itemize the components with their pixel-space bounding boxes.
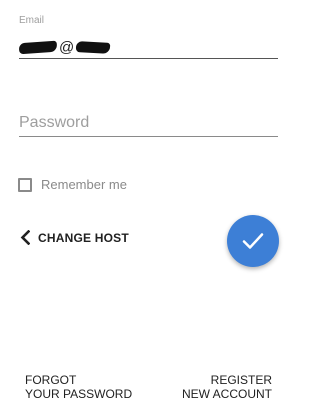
remember-me-checkbox[interactable] — [18, 177, 32, 192]
register-line2: NEW ACCOUNT — [182, 387, 272, 401]
email-underline — [19, 58, 278, 59]
submit-button[interactable] — [227, 215, 279, 267]
register-line1: REGISTER — [210, 373, 272, 387]
register-link[interactable]: REGISTER NEW ACCOUNT — [182, 373, 272, 401]
email-at-sign: @ — [59, 38, 75, 56]
forgot-password-line2: YOUR PASSWORD — [25, 387, 133, 401]
change-host-button[interactable]: CHANGE HOST — [20, 230, 129, 245]
forgot-password-link[interactable]: FORGOT YOUR PASSWORD — [25, 373, 132, 401]
chevron-left-icon — [20, 230, 30, 245]
password-underline — [19, 136, 278, 137]
remember-me-label: Remember me — [41, 177, 127, 192]
password-field[interactable] — [19, 111, 278, 135]
change-host-label: CHANGE HOST — [38, 230, 129, 245]
email-field[interactable]: @ — [18, 37, 111, 57]
forgot-password-line1: FORGOT — [25, 373, 77, 387]
redacted-email-domain — [75, 40, 111, 54]
checkmark-icon — [242, 233, 264, 249]
remember-me-toggle[interactable]: Remember me — [18, 177, 127, 192]
redacted-email-user — [18, 40, 58, 54]
email-label: Email — [19, 15, 45, 26]
